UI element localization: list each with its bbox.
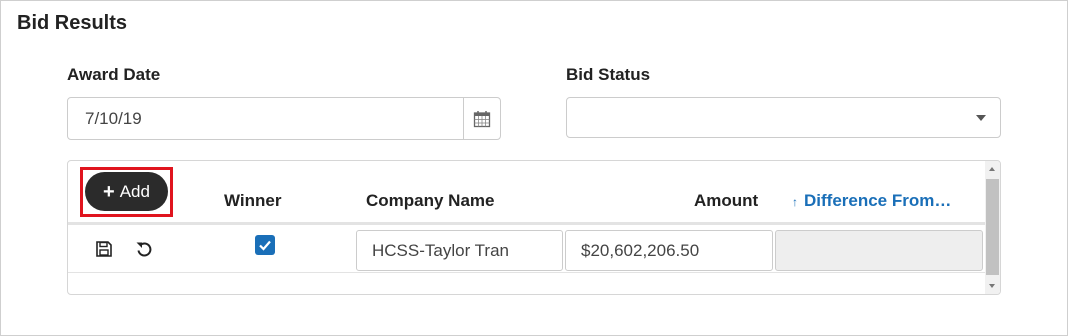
add-button[interactable]: + Add xyxy=(85,172,168,211)
award-date-label: Award Date xyxy=(67,65,161,84)
bid-status-label: Bid Status xyxy=(566,65,651,84)
undo-button[interactable] xyxy=(135,240,155,260)
column-header-difference-label: Difference From… xyxy=(804,191,952,210)
save-icon xyxy=(96,241,112,257)
undo-icon xyxy=(136,242,152,257)
bid-results-panel: Bid Results Award Date 7/10/19 Bid Statu… xyxy=(0,0,1068,336)
table-row: HCSS-Taylor Tran $20,602,206.50 xyxy=(68,225,986,273)
plus-icon: + xyxy=(103,180,115,203)
scroll-up-icon[interactable] xyxy=(989,167,995,171)
scrollbar-thumb[interactable] xyxy=(986,179,999,275)
award-date-field[interactable]: 7/10/19 xyxy=(67,97,501,140)
section-title: Bid Results xyxy=(17,12,128,34)
arrow-up-icon: ↑ xyxy=(792,195,798,209)
calendar-button[interactable] xyxy=(463,98,500,139)
scroll-down-icon[interactable] xyxy=(989,284,995,288)
bid-status-select[interactable] xyxy=(566,97,1001,138)
vertical-scrollbar[interactable] xyxy=(985,161,1000,294)
grid-header: + Add Winner Company Name Amount ↑ Differ… xyxy=(68,161,986,225)
calendar-icon xyxy=(473,110,491,127)
company-name-input[interactable]: HCSS-Taylor Tran xyxy=(356,230,563,271)
difference-input xyxy=(775,230,983,271)
amount-input[interactable]: $20,602,206.50 xyxy=(565,230,773,271)
bid-results-grid: + Add Winner Company Name Amount ↑ Differ… xyxy=(67,160,1001,295)
award-date-value[interactable]: 7/10/19 xyxy=(68,98,463,139)
column-header-difference[interactable]: ↑ Difference From… xyxy=(792,191,951,211)
winner-checkbox[interactable] xyxy=(255,235,275,255)
column-header-company-name[interactable]: Company Name xyxy=(366,191,494,211)
column-header-winner[interactable]: Winner xyxy=(224,191,281,211)
column-header-amount[interactable]: Amount xyxy=(694,191,758,211)
caret-down-icon[interactable] xyxy=(976,115,986,121)
checkmark-icon xyxy=(259,240,271,251)
save-button[interactable] xyxy=(95,240,115,260)
add-button-label: Add xyxy=(119,181,150,201)
